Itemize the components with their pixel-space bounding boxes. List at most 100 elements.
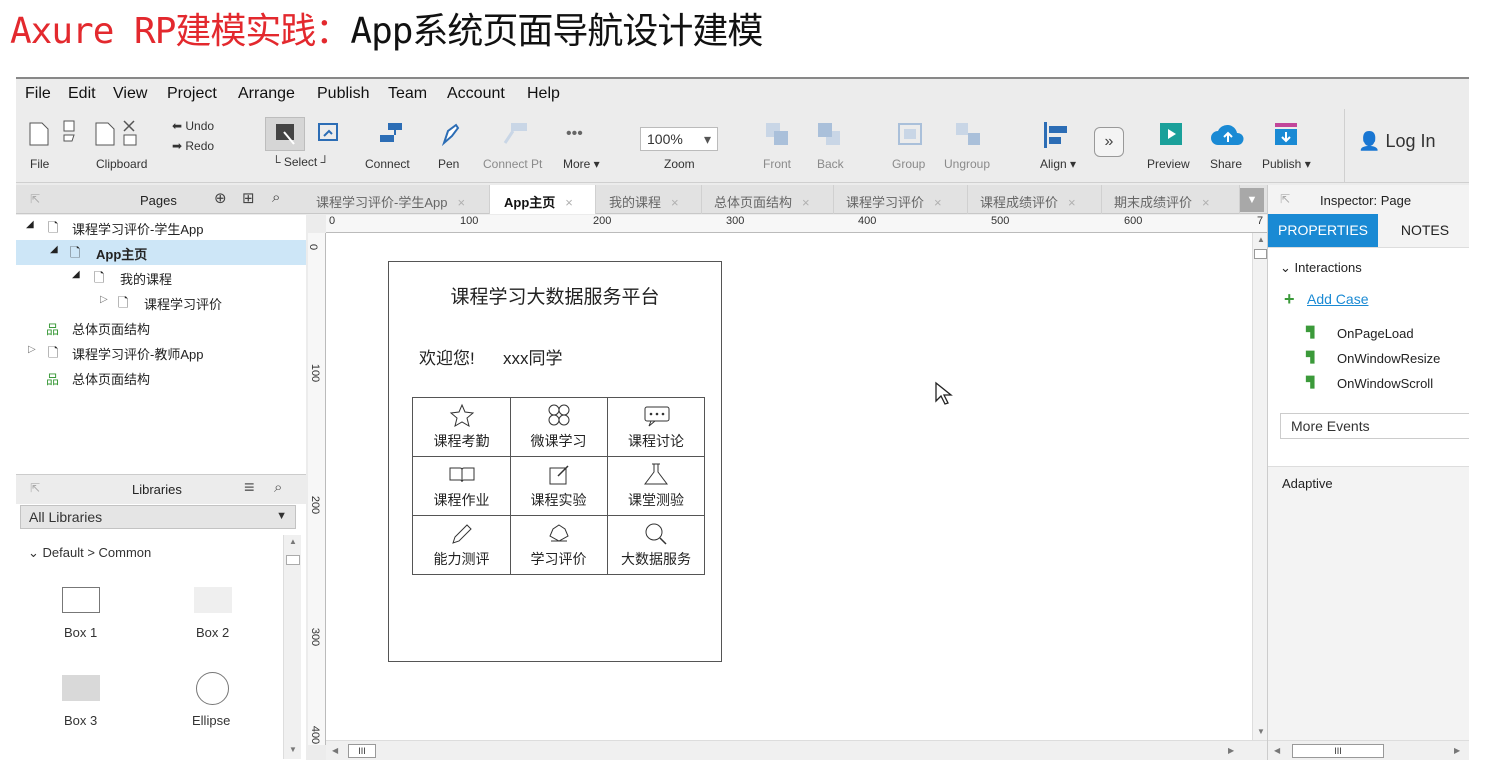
tree-item-app-home[interactable]: ◢ 🗋 App主页 [16,240,306,265]
tree-item-my-courses[interactable]: ◢ 🗋 我的课程 [16,265,306,290]
publish-icon[interactable] [1273,121,1299,147]
close-icon[interactable]: × [565,195,573,210]
tree-item-teacher-app[interactable]: ▷ 🗋 课程学习评价-教师App [16,340,306,365]
widget-box3[interactable] [62,675,100,701]
canvas-vertical-scrollbar[interactable]: ▲ ▼ [1252,233,1268,745]
scroll-down-icon[interactable]: ▼ [1257,727,1265,736]
grid-cell-bigdata[interactable]: 大数据服务 [607,516,705,575]
add-case-link[interactable]: Add Case [1307,291,1368,307]
library-select[interactable]: All Libraries ▼ [20,505,296,529]
scroll-thumb[interactable] [286,555,300,565]
add-page-icon[interactable]: ⊕ [214,189,227,207]
preview-icon[interactable] [1158,121,1184,147]
connect-point-icon[interactable] [499,121,533,147]
app-home-mockup[interactable]: 课程学习大数据服务平台 欢迎您! xxx同学 课程考勤 微课学习 课程讨论 课程… [388,261,722,662]
pen-icon[interactable] [438,121,462,147]
tree-item-structure[interactable]: 品 总体页面结构 [16,315,306,340]
group-icon[interactable] [896,121,926,149]
close-icon[interactable]: × [671,195,679,210]
scroll-left-icon[interactable]: ◀ [332,746,338,755]
scroll-up-icon[interactable]: ▲ [289,537,297,546]
share-cloud-icon[interactable] [1210,121,1246,149]
scroll-up-icon[interactable]: ▲ [1257,235,1265,244]
inspector-collapse-icon[interactable]: ⇱ [1280,192,1290,206]
tab-structure[interactable]: 总体页面结构 × [702,185,834,214]
login-button[interactable]: 👤 Log In [1358,131,1435,152]
close-icon[interactable]: × [1068,195,1076,210]
grid-cell-homework[interactable]: 课程作业 [413,457,511,516]
add-folder-icon[interactable]: ⊞ [242,189,255,207]
close-icon[interactable]: × [802,195,810,210]
scroll-right-icon[interactable]: ▶ [1454,746,1460,755]
menu-arrange[interactable]: Arrange [238,85,295,103]
more-label[interactable]: More ▾ [563,157,600,171]
file-new-icon[interactable] [28,119,78,147]
grid-cell-learning-eval[interactable]: 学习评价 [510,516,608,575]
close-icon[interactable]: × [1202,195,1210,210]
grid-cell-discussion[interactable]: 课程讨论 [607,398,705,457]
search-libraries-icon[interactable]: ⌕ [274,479,282,496]
redo-button[interactable]: ➡ Redo [172,139,214,153]
scroll-down-icon[interactable]: ▼ [289,745,297,754]
canvas-horizontal-scrollbar[interactable]: ◀ III ▶ [326,740,1268,760]
tab-app-home[interactable]: App主页 × [490,185,596,214]
scroll-thumb[interactable]: III [348,744,376,758]
menu-edit[interactable]: Edit [68,85,96,103]
menu-team[interactable]: Team [388,85,427,103]
tabs-overflow-dropdown[interactable]: ▼ [1240,188,1264,212]
close-icon[interactable]: × [934,195,942,210]
menu-account[interactable]: Account [447,85,505,103]
tree-item-student-app[interactable]: ◢ 🗋 课程学习评价-学生App [16,215,306,240]
widget-box1[interactable] [62,587,100,613]
inspector-scrollbar[interactable]: ◀ III ▶ [1268,740,1469,760]
search-pages-icon[interactable]: ⌕ [272,189,280,206]
scroll-right-icon[interactable]: ▶ [1228,746,1234,755]
tab-notes[interactable]: NOTES [1380,214,1469,247]
scroll-left-icon[interactable]: ◀ [1274,746,1280,755]
pages-collapse-icon[interactable]: ⇱ [30,192,40,206]
tree-item-course-eval[interactable]: ▷ 🗋 课程学习评价 [16,290,306,315]
tab-final-eval[interactable]: 期末成绩评价 × [1102,185,1240,214]
menu-view[interactable]: View [113,85,147,103]
event-onpageload[interactable]: OnPageLoad [1337,326,1414,341]
grid-cell-quiz[interactable]: 课堂测验 [607,457,705,516]
connect-mode-icon[interactable] [316,121,342,147]
tree-expand-icon[interactable]: ◢ [26,219,34,230]
grid-cell-microlecture[interactable]: 微课学习 [510,398,608,457]
send-back-icon[interactable] [816,121,846,149]
tab-student-app[interactable]: 课程学习评价-学生App × [308,185,490,214]
grid-cell-attendance[interactable]: 课程考勤 [413,398,511,457]
ungroup-icon[interactable] [954,121,984,149]
zoom-select[interactable]: 100% ▾ [640,127,718,151]
clipboard-icon[interactable] [94,119,146,147]
menu-help[interactable]: Help [527,85,560,103]
scroll-thumb[interactable] [1254,249,1267,259]
tab-grade-eval[interactable]: 课程成绩评价 × [968,185,1102,214]
tab-course-eval[interactable]: 课程学习评价 × [834,185,968,214]
grid-cell-experiment[interactable]: 课程实验 [510,457,608,516]
select-tool-button[interactable] [265,117,305,151]
menu-file[interactable]: File [25,85,51,103]
tree-expand-icon[interactable]: ▷ [28,344,36,355]
event-onwindowresize[interactable]: OnWindowResize [1337,351,1440,366]
event-onwindowscroll[interactable]: OnWindowScroll [1337,376,1433,391]
align-icon[interactable] [1042,121,1072,149]
widget-box2[interactable] [194,587,232,613]
tab-properties[interactable]: PROPERTIES [1268,214,1378,247]
close-icon[interactable]: × [457,195,465,210]
plus-icon[interactable]: + [1284,289,1295,310]
libraries-collapse-icon[interactable]: ⇱ [30,481,40,495]
libraries-menu-icon[interactable]: ≡ [244,477,255,498]
align-label[interactable]: Align ▾ [1040,157,1076,171]
menu-project[interactable]: Project [167,85,217,103]
library-group-label[interactable]: ⌄ Default > Common [28,545,151,561]
more-dots-icon[interactable]: ••• [566,125,583,143]
bring-front-icon[interactable] [764,121,794,149]
tree-item-structure-2[interactable]: 品 总体页面结构 [16,365,306,390]
connect-icon[interactable] [378,121,404,147]
menu-publish[interactable]: Publish [317,85,369,103]
scroll-thumb[interactable]: III [1292,744,1384,758]
interactions-toggle[interactable]: ⌄ Interactions [1280,260,1362,276]
toolbar-overflow-button[interactable]: » [1094,127,1124,157]
tree-expand-icon[interactable]: ◢ [72,269,80,280]
